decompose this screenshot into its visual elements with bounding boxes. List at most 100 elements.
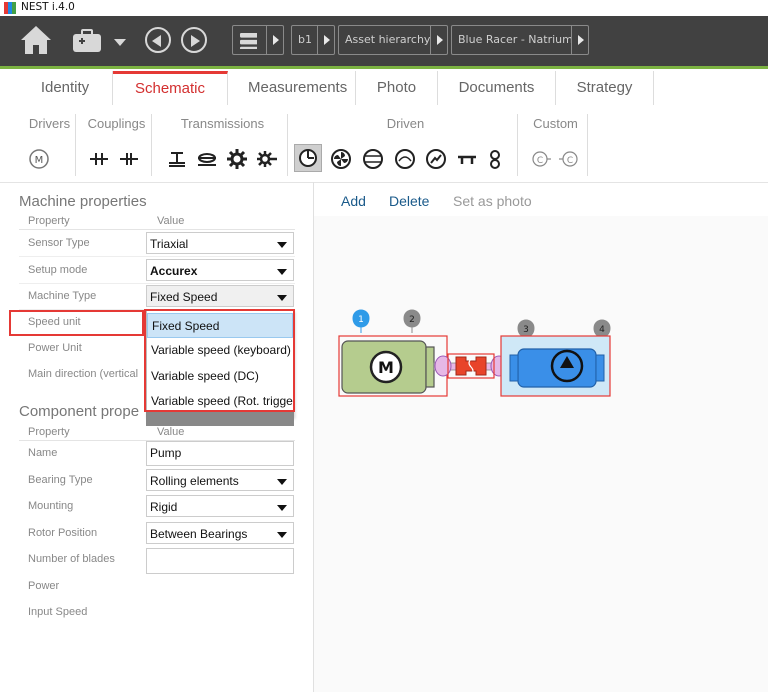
row-divider bbox=[19, 256, 295, 257]
machine-type-value: Fixed Speed bbox=[150, 290, 218, 304]
app-title: NEST i.4.0 bbox=[21, 1, 75, 13]
tab-photo[interactable]: Photo bbox=[356, 71, 438, 105]
chevron-down-icon bbox=[277, 505, 287, 511]
sensor-type-value: Triaxial bbox=[150, 237, 189, 251]
spindle-icon[interactable] bbox=[484, 148, 506, 170]
marker-label: 1 bbox=[358, 315, 364, 325]
roll-icon[interactable] bbox=[456, 148, 478, 170]
prop-label-power-unit: Power Unit bbox=[28, 342, 82, 354]
tab-identity[interactable]: Identity bbox=[18, 71, 113, 105]
motor-icon[interactable]: M bbox=[28, 148, 50, 170]
machine-properties-title: Machine properties bbox=[19, 193, 147, 210]
main-toolbar: b1 Asset hierarchy Blue Racer - Natrium bbox=[0, 16, 768, 66]
rigid-coupling-icon[interactable] bbox=[88, 148, 110, 170]
palette-group-title: Driven bbox=[386, 116, 425, 131]
breadcrumb-label: Blue Racer - Natrium bbox=[458, 33, 573, 46]
sensor-type-select[interactable]: Triaxial bbox=[146, 232, 294, 254]
dropdown-scrollbar[interactable] bbox=[146, 412, 294, 426]
palette-group-title: Couplings bbox=[87, 116, 146, 131]
col-header-property: Property bbox=[28, 215, 70, 227]
delete-button[interactable]: Delete bbox=[389, 193, 429, 209]
generator-icon[interactable] bbox=[425, 148, 447, 170]
prop-label-rotor-position: Rotor Position bbox=[28, 527, 98, 539]
bearing-type-select[interactable]: Rolling elements bbox=[146, 469, 294, 491]
prop-label-setup-mode: Setup mode bbox=[28, 264, 88, 276]
forward-button[interactable] bbox=[181, 27, 207, 53]
breadcrumb-label: Asset hierarchy bbox=[345, 33, 431, 46]
tab-documents[interactable]: Documents bbox=[438, 71, 556, 105]
col-header-value: Value bbox=[157, 426, 185, 438]
marker-pin-2[interactable]: 2 bbox=[403, 309, 421, 333]
machine-schematic[interactable]: 1 2 3 4 M bbox=[330, 305, 620, 405]
marker-pin-1[interactable]: 1 bbox=[352, 309, 370, 333]
add-button[interactable]: Add bbox=[341, 193, 366, 209]
title-bar: NEST i.4.0 bbox=[0, 0, 768, 16]
gear-icon[interactable] bbox=[226, 148, 248, 170]
palette-group-transmissions: Transmissions bbox=[158, 114, 288, 176]
breadcrumb-b1[interactable]: b1 bbox=[291, 25, 335, 55]
pulley-icon[interactable] bbox=[196, 148, 218, 170]
database-icon bbox=[240, 33, 257, 49]
speed-unit-highlight bbox=[9, 310, 144, 336]
database-menu-button[interactable] bbox=[232, 25, 284, 55]
set-as-photo-button[interactable]: Set as photo bbox=[453, 193, 532, 209]
mounting-value: Rigid bbox=[150, 500, 178, 514]
chevron-down-icon bbox=[277, 295, 287, 301]
col-header-property: Property bbox=[28, 426, 70, 438]
home-icon[interactable] bbox=[20, 24, 52, 56]
flexible-coupling-icon[interactable] bbox=[118, 148, 140, 170]
palette-group-driven: Driven bbox=[294, 114, 518, 176]
component-properties-title: Component prope bbox=[19, 403, 140, 420]
rotor-position-value: Between Bearings bbox=[150, 527, 248, 541]
setup-mode-select[interactable]: Accurex bbox=[146, 259, 294, 281]
breadcrumb-asset-hierarchy[interactable]: Asset hierarchy bbox=[338, 25, 448, 55]
marker-label: 2 bbox=[409, 315, 415, 325]
palette-group-custom: Custom C C bbox=[524, 114, 588, 176]
chevron-down-icon bbox=[277, 532, 287, 538]
schematic-canvas[interactable] bbox=[314, 216, 768, 692]
tab-measurements[interactable]: Measurements bbox=[228, 71, 356, 105]
component-name-value: Pump bbox=[150, 446, 182, 460]
screw-compressor-icon[interactable] bbox=[394, 148, 416, 170]
rotor-position-select[interactable]: Between Bearings bbox=[146, 522, 294, 544]
prop-label-bearing-type: Bearing Type bbox=[28, 474, 93, 486]
tab-strategy[interactable]: Strategy bbox=[556, 71, 654, 105]
breadcrumb-blue-racer[interactable]: Blue Racer - Natrium bbox=[451, 25, 589, 55]
prop-label-input-speed: Input Speed bbox=[28, 606, 88, 618]
palette-group-title: Custom bbox=[533, 116, 578, 131]
tab-schematic[interactable]: Schematic bbox=[113, 71, 228, 105]
belt-drive-icon[interactable] bbox=[166, 148, 188, 170]
prop-label-sensor-type: Sensor Type bbox=[28, 237, 90, 249]
motor-component[interactable]: M bbox=[338, 335, 448, 397]
briefcase-icon[interactable] bbox=[72, 29, 102, 53]
crumb-arrow-icon[interactable] bbox=[430, 26, 448, 54]
svg-text:M: M bbox=[35, 155, 44, 166]
compressor-icon[interactable] bbox=[362, 148, 384, 170]
number-of-blades-input[interactable] bbox=[146, 548, 294, 574]
fan-icon[interactable] bbox=[330, 148, 352, 170]
chevron-down-icon[interactable] bbox=[114, 39, 126, 46]
crumb-arrow-icon[interactable] bbox=[266, 26, 284, 54]
mounting-select[interactable]: Rigid bbox=[146, 495, 294, 517]
svg-text:C: C bbox=[537, 156, 543, 166]
pump-component[interactable] bbox=[500, 335, 611, 397]
prop-label-mounting: Mounting bbox=[28, 500, 74, 512]
marker-label: 3 bbox=[523, 325, 529, 335]
prop-label-power: Power bbox=[28, 580, 60, 592]
chevron-down-icon bbox=[277, 269, 287, 275]
component-name-input[interactable]: Pump bbox=[146, 441, 294, 466]
pump-palette-item[interactable] bbox=[294, 144, 322, 172]
setup-mode-value: Accurex bbox=[150, 264, 198, 278]
custom-driven-icon[interactable]: C bbox=[558, 148, 580, 170]
back-button[interactable] bbox=[145, 27, 171, 53]
svg-text:C: C bbox=[567, 156, 573, 166]
machine-type-select[interactable]: Fixed Speed bbox=[146, 285, 294, 307]
tab-bar: Identity Schematic Measurements Photo Do… bbox=[18, 71, 654, 105]
pump-icon bbox=[299, 149, 317, 167]
crumb-arrow-icon[interactable] bbox=[317, 26, 335, 54]
crumb-arrow-icon[interactable] bbox=[571, 26, 589, 54]
custom-driver-icon[interactable]: C bbox=[530, 148, 552, 170]
palette-group-title: Drivers bbox=[28, 116, 71, 131]
toolbar-accent-line bbox=[0, 66, 768, 69]
gearbox-icon[interactable] bbox=[256, 148, 278, 170]
